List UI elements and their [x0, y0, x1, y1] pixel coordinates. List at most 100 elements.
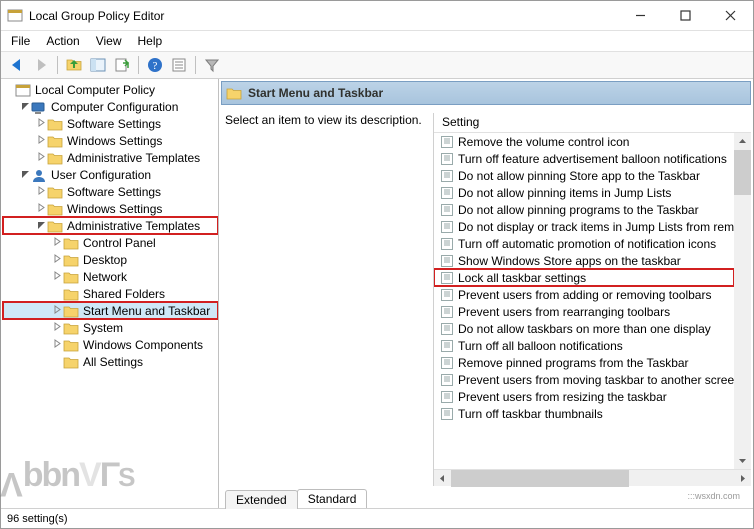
collapse-icon[interactable] [35, 220, 47, 232]
setting-item[interactable]: Do not allow pinning Store app to the Ta… [434, 167, 734, 184]
horizontal-scrollbar[interactable] [434, 469, 751, 486]
tree-item[interactable]: Network [3, 268, 218, 285]
setting-item[interactable]: Prevent users from adding or removing to… [434, 286, 734, 303]
folder-icon [47, 117, 63, 131]
setting-label: Remove the volume control icon [458, 135, 629, 149]
tree-item[interactable]: Administrative Templates [3, 217, 218, 234]
tree-item[interactable]: Computer Configuration [3, 98, 218, 115]
expand-icon[interactable] [35, 186, 47, 198]
close-button[interactable] [708, 1, 753, 30]
tree-item[interactable]: Windows Settings [3, 132, 218, 149]
tab-standard[interactable]: Standard [297, 489, 368, 508]
content-header: Start Menu and Taskbar [221, 81, 751, 105]
scrollbar-thumb[interactable] [451, 470, 629, 487]
expand-icon[interactable] [35, 118, 47, 130]
menu-action[interactable]: Action [40, 32, 85, 50]
titlebar[interactable]: Local Group Policy Editor [1, 1, 753, 31]
tree-item[interactable]: Administrative Templates [3, 149, 218, 166]
setting-label: Do not allow pinning programs to the Tas… [458, 203, 699, 217]
tree-item[interactable]: All Settings [3, 353, 218, 370]
tree-item[interactable]: Shared Folders [3, 285, 218, 302]
tree-item[interactable]: System [3, 319, 218, 336]
tree-item[interactable]: Start Menu and Taskbar [3, 302, 218, 319]
setting-label: Do not display or track items in Jump Li… [458, 220, 734, 234]
tree-item[interactable]: Local Computer Policy [3, 81, 218, 98]
setting-item[interactable]: Remove the volume control icon [434, 133, 734, 150]
setting-item[interactable]: Turn off taskbar thumbnails [434, 405, 734, 422]
tree-item[interactable]: Windows Settings [3, 200, 218, 217]
tree-item[interactable]: Software Settings [3, 183, 218, 200]
expand-icon[interactable] [35, 135, 47, 147]
scroll-up-icon[interactable] [734, 133, 751, 150]
tree-item[interactable]: Software Settings [3, 115, 218, 132]
tree-item[interactable]: Windows Components [3, 336, 218, 353]
setting-item[interactable]: Turn off automatic promotion of notifica… [434, 235, 734, 252]
tree-item-label: Control Panel [81, 236, 158, 250]
expand-icon[interactable] [51, 339, 63, 351]
folder-icon [63, 253, 79, 267]
setting-label: Prevent users from resizing the taskbar [458, 390, 667, 404]
view-tabs: Extended Standard [219, 486, 753, 508]
setting-item[interactable]: Remove pinned programs from the Taskbar [434, 354, 734, 371]
maximize-button[interactable] [663, 1, 708, 30]
vertical-scrollbar[interactable] [734, 133, 751, 469]
setting-item[interactable]: Lock all taskbar settings [434, 269, 734, 286]
expand-icon[interactable] [51, 271, 63, 283]
back-button[interactable] [5, 53, 29, 77]
setting-label: Turn off feature advertisement balloon n… [458, 152, 727, 166]
show-hide-tree-button[interactable] [86, 53, 110, 77]
tree-item-label: Shared Folders [81, 287, 167, 301]
tree-item[interactable]: User Configuration [3, 166, 218, 183]
menu-help[interactable]: Help [132, 32, 169, 50]
scrollbar-thumb[interactable] [734, 150, 751, 195]
scroll-left-icon[interactable] [434, 470, 451, 487]
menu-file[interactable]: File [5, 32, 36, 50]
setting-item[interactable]: Do not allow pinning items in Jump Lists [434, 184, 734, 201]
setting-label: Do not allow pinning Store app to the Ta… [458, 169, 700, 183]
collapse-icon[interactable] [19, 101, 31, 113]
toolbar: ? [1, 51, 753, 79]
setting-item[interactable]: Turn off feature advertisement balloon n… [434, 150, 734, 167]
up-button[interactable] [62, 53, 86, 77]
tab-extended[interactable]: Extended [225, 490, 298, 509]
folder-icon [63, 304, 79, 318]
setting-item[interactable]: Turn off all balloon notifications [434, 337, 734, 354]
tree-item[interactable]: Desktop [3, 251, 218, 268]
expand-icon[interactable] [35, 152, 47, 164]
properties-button[interactable] [167, 53, 191, 77]
tree-item-label: Windows Components [81, 338, 205, 352]
setting-item[interactable]: Do not display or track items in Jump Li… [434, 218, 734, 235]
tree-item[interactable]: Control Panel [3, 234, 218, 251]
user-icon [31, 168, 47, 182]
expand-icon[interactable] [51, 305, 63, 317]
svg-text:?: ? [153, 60, 158, 72]
setting-item[interactable]: Show Windows Store apps on the taskbar [434, 252, 734, 269]
tree-item-label: Windows Settings [65, 134, 164, 148]
collapse-icon[interactable] [19, 169, 31, 181]
scroll-right-icon[interactable] [734, 470, 751, 487]
setting-item[interactable]: Do not allow taskbars on more than one d… [434, 320, 734, 337]
policy-setting-icon [440, 271, 454, 285]
scroll-down-icon[interactable] [734, 452, 751, 469]
folder-icon [63, 355, 79, 369]
tree-item-label: Administrative Templates [65, 219, 202, 233]
setting-item[interactable]: Prevent users from rearranging toolbars [434, 303, 734, 320]
tree-pane[interactable]: Local Computer PolicyComputer Configurat… [1, 79, 219, 508]
policy-setting-icon [440, 186, 454, 200]
expand-icon[interactable] [51, 254, 63, 266]
expand-icon[interactable] [51, 237, 63, 249]
setting-label: Do not allow taskbars on more than one d… [458, 322, 711, 336]
filter-button[interactable] [200, 53, 224, 77]
export-list-button[interactable] [110, 53, 134, 77]
setting-item[interactable]: Prevent users from moving taskbar to ano… [434, 371, 734, 388]
help-button[interactable]: ? [143, 53, 167, 77]
minimize-button[interactable] [618, 1, 663, 30]
expand-icon[interactable] [35, 203, 47, 215]
setting-item[interactable]: Prevent users from resizing the taskbar [434, 388, 734, 405]
menu-view[interactable]: View [90, 32, 128, 50]
setting-item[interactable]: Do not allow pinning programs to the Tas… [434, 201, 734, 218]
expand-icon[interactable] [51, 322, 63, 334]
policy-setting-icon [440, 220, 454, 234]
forward-button[interactable] [29, 53, 53, 77]
column-header-setting[interactable]: Setting [434, 113, 751, 133]
